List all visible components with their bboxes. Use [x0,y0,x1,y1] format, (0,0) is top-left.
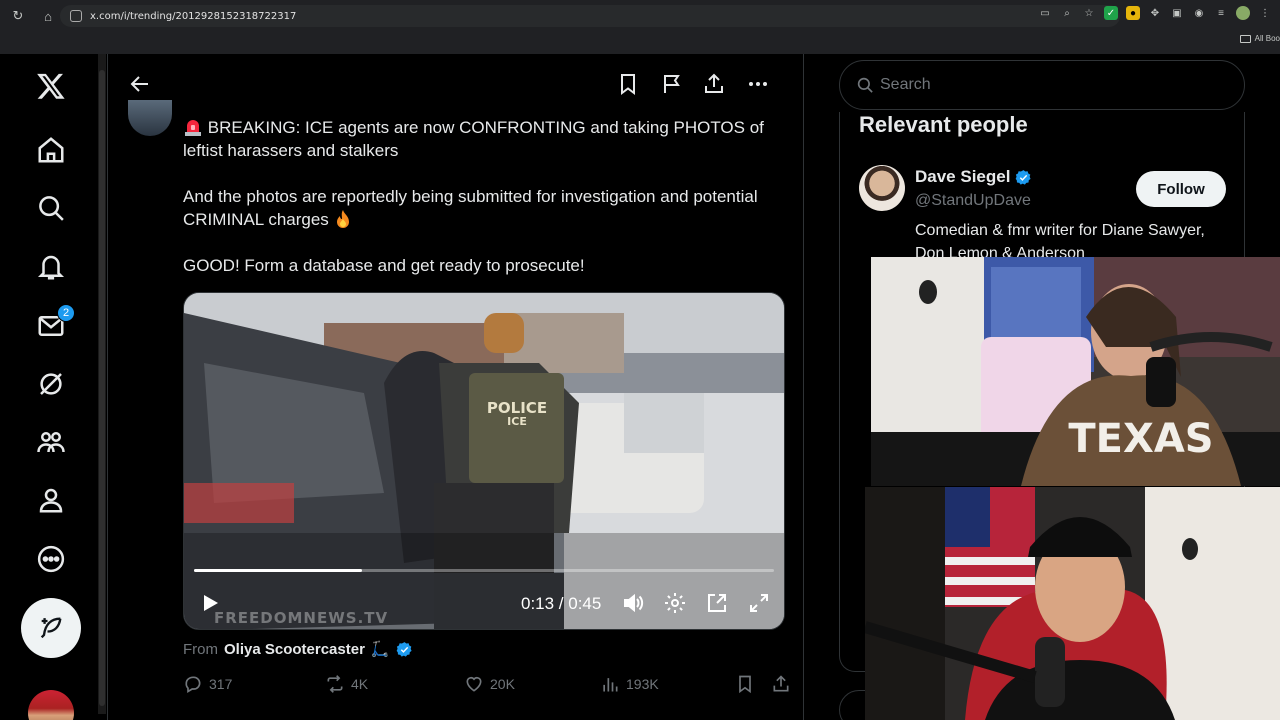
reply-bubble-icon [185,676,201,693]
zoom-icon[interactable]: ⌕ [1060,6,1074,20]
extension-yellow-icon[interactable]: ● [1126,6,1140,20]
siren-emoji-icon [185,120,201,136]
grok-icon[interactable] [33,366,69,402]
person-verified-badge-icon [1016,169,1032,185]
extension-green-icon[interactable]: ✓ [1104,6,1118,20]
bookmark-action-button[interactable] [735,674,755,694]
video-progress-fill [194,569,362,572]
webcam-overlay-top: TEXAS [871,257,1280,486]
bookmark-icon[interactable] [616,72,640,96]
home-icon[interactable] [33,132,69,168]
address-row: ↻ ⌂ x.com/i/trending/2012928152318722317… [0,0,1280,32]
tab-search-icon[interactable]: ▣ [1170,6,1184,20]
views-chart-icon [603,678,618,692]
avatar-chrome-icon[interactable] [1236,6,1250,20]
webcam-shirt-text: TEXAS [1068,416,1213,462]
share-icon[interactable] [702,72,726,96]
views-button[interactable]: 193K [600,674,659,694]
messages-badge: 2 [57,304,75,322]
browser-chrome: ↻ ⌂ x.com/i/trending/2012928152318722317… [0,0,1280,54]
compose-post-button[interactable] [21,598,81,658]
url-text[interactable]: x.com/i/trending/2012928152318722317 [90,11,296,22]
repost-icon [327,675,343,693]
tweet-video-player[interactable]: POLICE ICE FREEDOMNEWS.TV 0:13 / 0:45 [183,292,785,630]
more-dots-icon[interactable] [746,72,770,96]
picture-in-picture-icon[interactable] [705,591,729,615]
video-frame-scene: POLICE ICE [184,293,784,629]
follow-button[interactable]: Follow [1136,171,1226,207]
bookmark-action-icon [739,675,751,694]
volume-icon[interactable] [621,591,645,615]
tweet-action-bar: 317 4K 20K 193K [183,674,793,698]
all-bookmarks[interactable]: All Boo [1239,34,1280,43]
relevant-people-title: Relevant people [859,112,1028,137]
person-handle[interactable]: @StandUpDave [915,192,1031,210]
address-bar[interactable]: x.com/i/trending/2012928152318722317 [60,5,1120,27]
video-watermark: FREEDOMNEWS.TV [214,609,389,627]
search-box[interactable] [839,60,1245,110]
extensions-puzzle-icon[interactable]: ✥ [1148,6,1162,20]
tweet-body: BREAKING: ICE agents are now CONFRONTING… [183,118,764,229]
reply-button[interactable]: 317 [183,674,232,694]
messages-envelope-icon[interactable]: 2 [33,304,75,344]
source-author-link[interactable]: Oliya Scootercaster [224,641,365,658]
person-name[interactable]: Dave Siegel [915,167,1032,187]
tweet-body-line3: GOOD! Form a database and get ready to p… [183,256,585,275]
vest-text-ice: ICE [507,415,527,428]
search-icon [857,77,873,93]
cast-icon[interactable]: ▭ [1038,6,1052,20]
video-progress-bar[interactable] [194,569,774,572]
fullscreen-icon[interactable] [747,591,771,615]
home-browser-icon[interactable]: ⌂ [36,4,60,28]
webcam-scene-bottom [865,487,1280,720]
site-info-icon[interactable] [70,10,82,22]
scooter-emoji: 🛴 [370,641,390,658]
page-scrollbar[interactable] [98,54,106,714]
person-avatar[interactable] [859,165,905,211]
webcam-scene-top: TEXAS [871,257,1280,486]
folder-icon [1239,34,1251,43]
reload-icon[interactable]: ↻ [6,4,30,28]
verified-badge-icon [396,641,412,657]
feather-quill-icon [40,617,62,639]
bookmarks-bar: All Boo [0,32,1280,52]
report-flag-icon[interactable] [660,72,684,96]
webcam-overlay-bottom [865,487,1280,720]
profile-icon[interactable]: ◉ [1192,6,1206,20]
repost-button[interactable]: 4K [325,674,368,694]
heart-icon [466,676,482,692]
notifications-bell-icon[interactable] [33,249,69,285]
left-navigation: 2 [0,54,100,720]
share-action-button[interactable] [771,674,791,694]
reading-list-icon[interactable]: ≡ [1214,6,1228,20]
settings-gear-icon[interactable] [663,591,687,615]
tweet-detail-column: BREAKING: ICE agents are now CONFRONTING… [107,54,804,720]
extensions-row: ▭ ⌕ ☆ ✓ ● ✥ ▣ ◉ ≡ ⋮ [1038,6,1272,20]
back-arrow-icon[interactable] [128,72,152,96]
share-action-icon [773,675,789,692]
profile-person-icon[interactable] [33,482,69,518]
x-logo-icon[interactable] [33,68,69,104]
video-time: 0:13 / 0:45 [521,594,602,613]
author-avatar[interactable] [128,100,172,136]
more-circle-icon[interactable] [33,541,69,577]
tweet-topbar [108,54,805,114]
my-account-avatar[interactable] [28,690,74,720]
search-input[interactable] [880,76,1220,94]
communities-icon[interactable] [33,424,69,460]
video-source: From Oliya Scootercaster 🛴 [183,640,413,658]
like-button[interactable]: 20K [464,674,515,694]
kebab-menu-icon[interactable]: ⋮ [1258,6,1272,20]
tweet-text: BREAKING: ICE agents are now CONFRONTING… [183,116,783,277]
scrollbar-thumb[interactable] [99,70,105,706]
explore-search-icon[interactable] [33,190,69,226]
bookmark-star-icon[interactable]: ☆ [1082,6,1096,20]
fire-emoji-icon [336,210,349,228]
play-icon[interactable] [198,591,222,615]
